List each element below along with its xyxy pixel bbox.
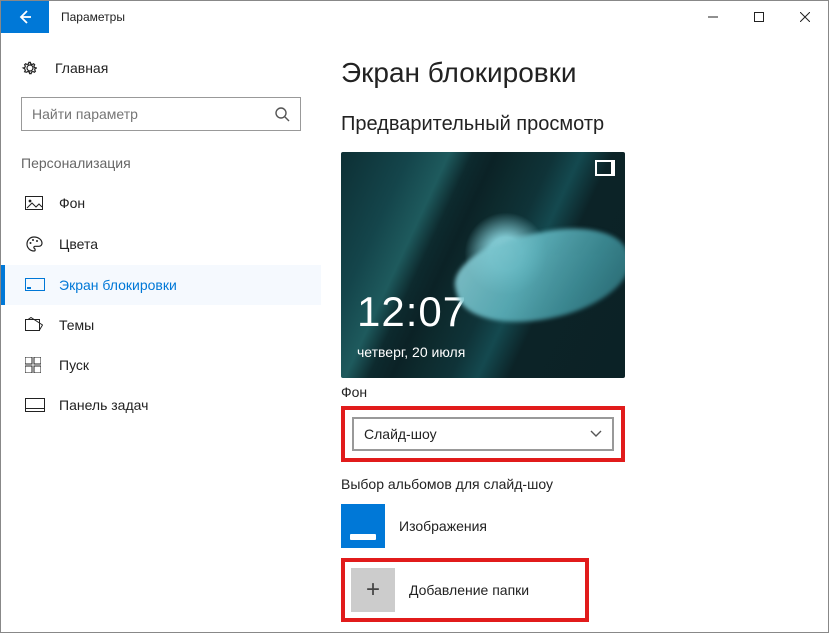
background-dropdown-value: Слайд-шоу bbox=[364, 426, 437, 442]
add-folder-button[interactable]: + bbox=[351, 568, 395, 612]
sidebar-item-colors[interactable]: Цвета bbox=[1, 223, 321, 265]
sidebar-item-start[interactable]: Пуск bbox=[1, 345, 321, 385]
titlebar: Параметры bbox=[1, 1, 828, 33]
taskbar-icon bbox=[25, 398, 45, 412]
sidebar-item-label: Пуск bbox=[59, 357, 89, 373]
background-dropdown[interactable]: Слайд-шоу bbox=[352, 417, 614, 451]
preview-heading: Предварительный просмотр bbox=[341, 113, 808, 136]
add-folder-label: Добавление папки bbox=[409, 582, 529, 598]
sidebar: Главная Персонализация Фон Цвета Экран б… bbox=[1, 33, 321, 632]
home-button[interactable]: Главная bbox=[1, 51, 321, 97]
background-dropdown-highlight: Слайд-шоу bbox=[341, 406, 625, 462]
content: Главная Персонализация Фон Цвета Экран б… bbox=[1, 33, 828, 632]
lockscreen-icon bbox=[25, 278, 45, 292]
add-folder-highlight: + Добавление папки bbox=[341, 558, 589, 622]
lockscreen-preview: 12:07 четверг, 20 июля bbox=[341, 152, 625, 378]
sidebar-item-taskbar[interactable]: Панель задач bbox=[1, 385, 321, 425]
maximize-button[interactable] bbox=[736, 1, 782, 33]
sidebar-item-label: Цвета bbox=[59, 236, 98, 252]
app-title: Параметры bbox=[49, 1, 125, 33]
sidebar-item-label: Темы bbox=[59, 317, 94, 333]
background-label: Фон bbox=[341, 384, 808, 400]
plus-icon: + bbox=[366, 576, 380, 604]
sidebar-section-title: Персонализация bbox=[1, 155, 321, 183]
close-button[interactable] bbox=[782, 1, 828, 33]
home-label: Главная bbox=[55, 60, 108, 76]
minimize-button[interactable] bbox=[690, 1, 736, 33]
album-name: Изображения bbox=[399, 518, 487, 534]
page-title: Экран блокировки bbox=[341, 57, 808, 89]
search-icon bbox=[274, 106, 290, 122]
themes-icon bbox=[25, 317, 45, 333]
sidebar-item-background[interactable]: Фон bbox=[1, 183, 321, 223]
album-row-images[interactable]: Изображения bbox=[341, 504, 808, 548]
sidebar-item-label: Фон bbox=[59, 195, 85, 211]
sidebar-item-themes[interactable]: Темы bbox=[1, 305, 321, 345]
back-button[interactable] bbox=[1, 1, 49, 33]
preview-date: четверг, 20 июля bbox=[357, 344, 465, 360]
albums-label: Выбор альбомов для слайд-шоу bbox=[341, 476, 808, 492]
sidebar-item-label: Панель задач bbox=[59, 397, 148, 413]
close-icon bbox=[800, 12, 810, 22]
album-thumbnail bbox=[341, 504, 385, 548]
palette-icon bbox=[25, 235, 45, 253]
gear-icon bbox=[21, 59, 41, 77]
main-panel: Экран блокировки Предварительный просмот… bbox=[321, 33, 828, 632]
minimize-icon bbox=[708, 12, 718, 22]
expand-icon bbox=[595, 160, 615, 176]
titlebar-spacer bbox=[125, 1, 690, 33]
sidebar-item-lockscreen[interactable]: Экран блокировки bbox=[1, 265, 321, 305]
maximize-icon bbox=[754, 12, 764, 22]
arrow-left-icon bbox=[17, 9, 33, 25]
sidebar-item-label: Экран блокировки bbox=[59, 277, 177, 293]
start-icon bbox=[25, 357, 45, 373]
search-box[interactable] bbox=[21, 97, 301, 131]
chevron-down-icon bbox=[590, 430, 602, 438]
picture-icon bbox=[25, 196, 45, 210]
search-input[interactable] bbox=[32, 106, 274, 122]
window-controls bbox=[690, 1, 828, 33]
preview-clock: 12:07 bbox=[357, 288, 467, 336]
